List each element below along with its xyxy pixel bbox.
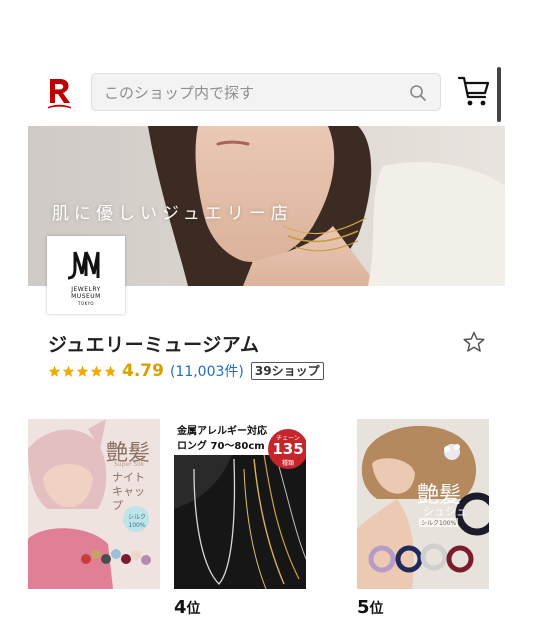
- rating-star-icon: [62, 365, 75, 377]
- rating-star-icon: [48, 365, 61, 377]
- product-name: ナイトキャップ: [112, 471, 145, 512]
- rating-star-icon: [90, 365, 103, 377]
- rating-value: 4.79: [122, 361, 164, 381]
- rating-star-icon: [104, 365, 117, 377]
- shop-count-badge[interactable]: 39ショップ: [250, 362, 324, 380]
- banner-tagline: 肌に優しいジュエリー店: [52, 204, 293, 224]
- favorite-star-icon[interactable]: [462, 330, 486, 354]
- product-badge: シルク100%: [127, 514, 146, 529]
- product-image[interactable]: 金属アレルギー対応 ロング 70〜80cm チェーン 135 種類: [174, 419, 306, 589]
- rakuten-logo-icon[interactable]: [46, 76, 72, 110]
- app-header: [0, 0, 533, 125]
- search-box[interactable]: [91, 73, 441, 111]
- logo-line-1: JEWELRY: [71, 286, 101, 293]
- logo-line-2: MUSEUM: [71, 293, 101, 300]
- rating-stars: [48, 365, 118, 378]
- shop-name[interactable]: ジュエリーミュージアム: [48, 330, 259, 357]
- product-rank: 5位: [357, 597, 384, 618]
- product-line1: 金属アレルギー対応: [177, 426, 267, 437]
- logo-line-3: TOKYO: [78, 301, 94, 306]
- shop-logo[interactable]: JEWELRY MUSEUM TOKYO: [47, 236, 125, 314]
- product-subtitle: Super Silk: [114, 461, 145, 468]
- rating-row: 4.79 (11,003件) 39ショップ: [48, 360, 324, 382]
- product-name: シュシュ: [423, 505, 467, 518]
- badge-number: 135: [272, 440, 304, 458]
- rating-star-icon: [76, 365, 89, 377]
- review-count-link[interactable]: (11,003件): [170, 361, 244, 381]
- search-icon[interactable]: [409, 84, 427, 102]
- product-ranking-list: 艶髪 Super Silk ナイトキャップ シルク100% 金属アレルギー対応 …: [28, 419, 505, 623]
- product-rank: 4位: [174, 597, 201, 618]
- product-line2: ロング 70〜80cm: [177, 441, 265, 452]
- badge-bottom: 種類: [281, 460, 294, 467]
- search-input[interactable]: [102, 80, 406, 106]
- scrollbar[interactable]: [497, 67, 501, 122]
- product-badge: シルク100%: [419, 518, 459, 527]
- cart-icon[interactable]: [458, 74, 490, 108]
- product-image[interactable]: 艶髪 Super Silk ナイトキャップ シルク100%: [28, 419, 160, 589]
- jewelry-museum-logo-icon: [67, 251, 100, 280]
- product-image[interactable]: 艶髪 シュシュ シルク100%: [357, 419, 489, 589]
